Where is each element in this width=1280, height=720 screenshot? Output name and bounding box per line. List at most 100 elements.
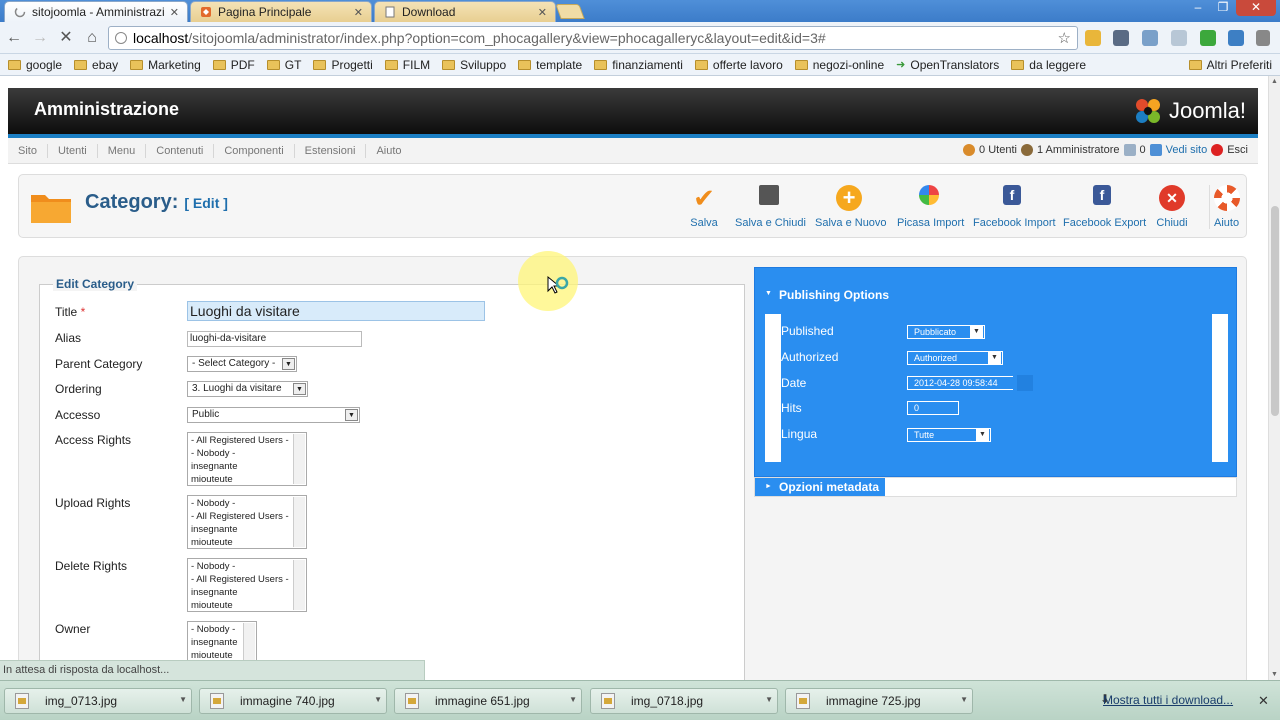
view-site-link[interactable]: Vedi sito (1166, 144, 1208, 156)
address-bar[interactable]: localhost/sitojoomla/administrator/index… (108, 26, 1078, 50)
date-input[interactable]: 2012-04-28 09:58:44 (907, 376, 1013, 390)
new-tab-button[interactable] (555, 4, 585, 19)
save-close-button[interactable]: Salva e Chiudi (735, 185, 806, 229)
close-icon[interactable]: ✕ (538, 6, 547, 19)
authorized-select[interactable]: Authorized ▼ (907, 351, 1003, 365)
menu-item-menu[interactable]: Menu (98, 143, 147, 158)
chevron-down-icon[interactable]: ▼ (765, 695, 773, 704)
list-item[interactable]: miouteute (191, 536, 303, 549)
extension-icon[interactable] (1085, 30, 1101, 46)
scroll-up-icon[interactable]: ▲ (1271, 78, 1278, 85)
bookmark-progetti[interactable]: Progetti (313, 58, 373, 72)
picasa-import-button[interactable]: Picasa Import (897, 185, 964, 229)
camera-icon[interactable] (1113, 30, 1129, 46)
chevron-down-icon[interactable]: ▼ (179, 695, 187, 704)
list-item[interactable]: - Nobody - (191, 560, 303, 573)
download-item[interactable]: img_0713.jpg ▼ (4, 688, 192, 714)
close-icon[interactable]: ✕ (354, 6, 363, 19)
bookmark-template[interactable]: template (518, 58, 582, 72)
list-scrollbar[interactable] (243, 623, 255, 664)
list-scrollbar[interactable] (293, 560, 305, 610)
scroll-down-icon[interactable]: ▼ (1271, 671, 1278, 678)
stop-icon[interactable]: ✕ (56, 28, 76, 48)
download-item[interactable]: immagine 651.jpg ▼ (394, 688, 582, 714)
list-item[interactable]: miouteute (191, 473, 303, 486)
download-item[interactable]: img_0718.jpg ▼ (590, 688, 778, 714)
parent-category-select[interactable]: - Select Category - ▼ (187, 356, 297, 372)
download-item[interactable]: immagine 725.jpg ▼ (785, 688, 973, 714)
show-all-downloads-link[interactable]: Mostra tutti i download... (1103, 693, 1233, 707)
extension-icon[interactable] (1228, 30, 1244, 46)
tab-download[interactable]: Download ✕ (374, 1, 556, 22)
menu-item-componenti[interactable]: Componenti (214, 143, 295, 158)
scrollbar-thumb[interactable] (1271, 206, 1279, 416)
minimize-icon[interactable]: – (1187, 0, 1209, 16)
list-item[interactable]: insegnante (191, 460, 303, 473)
close-icon[interactable]: ✕ (170, 6, 179, 19)
forward-arrow-icon[interactable]: → (30, 28, 50, 48)
home-icon[interactable]: ⌂ (82, 28, 102, 48)
lingua-select[interactable]: Tutte ▼ (907, 428, 991, 442)
window-close-icon[interactable]: ✕ (1236, 0, 1276, 16)
star-icon[interactable]: ☆ (1058, 29, 1071, 47)
close-icon[interactable]: ✕ (1258, 693, 1269, 709)
menu-item-contenuti[interactable]: Contenuti (146, 143, 215, 158)
chevron-down-icon[interactable]: ▼ (569, 695, 577, 704)
bookmark-negozi-online[interactable]: negozi-online (794, 58, 884, 72)
list-item[interactable]: insegnante (191, 523, 303, 536)
bookmark-marketing[interactable]: Marketing (130, 58, 201, 72)
calendar-icon[interactable] (1017, 375, 1033, 391)
download-item[interactable]: immagine 740.jpg ▼ (199, 688, 387, 714)
back-arrow-icon[interactable]: ← (4, 28, 24, 48)
list-item[interactable]: - All Registered Users - (191, 573, 303, 586)
ordering-select[interactable]: 3. Luoghi da visitare ▼ (187, 381, 308, 397)
menu-item-aiuto[interactable]: Aiuto (366, 144, 411, 158)
bookmark-gt[interactable]: GT (266, 58, 301, 72)
facebook-import-button[interactable]: f Facebook Import (973, 185, 1056, 229)
page-scrollbar[interactable]: ▲ ▼ (1268, 76, 1280, 680)
delete-rights-list[interactable]: - Nobody - - All Registered Users - inse… (187, 558, 307, 612)
chevron-down-icon[interactable]: ▼ (960, 695, 968, 704)
tab-pagina-principale[interactable]: Pagina Principale ✕ (190, 1, 372, 22)
access-select[interactable]: Public ▼ (187, 407, 360, 423)
access-rights-list[interactable]: - All Registered Users - - Nobody - inse… (187, 432, 307, 486)
metadata-options-title[interactable]: ► Opzioni metadata (755, 478, 885, 496)
list-scrollbar[interactable] (293, 434, 305, 484)
upload-rights-list[interactable]: - Nobody - - All Registered Users - inse… (187, 495, 307, 549)
bookmark-opentranslators[interactable]: ➜ OpenTranslators (896, 58, 999, 72)
list-item[interactable]: - Nobody - (191, 497, 303, 510)
bookmark-pdf[interactable]: PDF (212, 58, 255, 72)
chevron-down-icon[interactable]: ▼ (374, 695, 382, 704)
bookmark-film[interactable]: FILM (384, 58, 430, 72)
save-button[interactable]: ✔ Salva (689, 185, 719, 229)
bookmark-finanziamenti[interactable]: finanziamenti (594, 58, 683, 72)
bookmark-ebay[interactable]: ebay (74, 58, 118, 72)
bookmark-da-leggere[interactable]: da leggere (1011, 58, 1086, 72)
published-select[interactable]: Pubblicato ▼ (907, 325, 985, 339)
help-button[interactable]: Aiuto (1209, 185, 1240, 229)
list-scrollbar[interactable] (293, 497, 305, 547)
menu-item-utenti[interactable]: Utenti (48, 143, 98, 158)
user-icon[interactable] (1142, 30, 1158, 46)
list-item[interactable]: miouteute (191, 599, 303, 612)
logout-link[interactable]: Esci (1227, 144, 1248, 156)
list-item[interactable]: - All Registered Users - (191, 434, 303, 447)
save-new-button[interactable]: + Salva e Nuovo (815, 185, 887, 229)
bookmark-google[interactable]: google (8, 58, 62, 72)
title-input[interactable]: Luoghi da visitare (187, 301, 485, 321)
list-item[interactable]: insegnante (191, 586, 303, 599)
maximize-icon[interactable]: ❐ (1212, 0, 1234, 16)
tab-sitojoomla[interactable]: sitojoomla - Amministrazio ✕ (4, 1, 188, 22)
alias-input[interactable]: luoghi-da-visitare (187, 331, 362, 347)
bookmark-offerte-lavoro[interactable]: offerte lavoro (694, 58, 783, 72)
hits-input[interactable]: 0 (907, 401, 959, 415)
extension-icon[interactable] (1171, 30, 1187, 46)
bookmark-other[interactable]: Altri Preferiti (1188, 58, 1272, 72)
close-button[interactable]: ✕ Chiudi (1155, 185, 1189, 229)
wrench-icon[interactable] (1256, 30, 1270, 46)
bookmark-sviluppo[interactable]: Sviluppo (442, 58, 506, 72)
list-item[interactable]: - Nobody - (191, 447, 303, 460)
menu-item-sito[interactable]: Sito (8, 143, 48, 158)
signal-icon[interactable] (1200, 30, 1216, 46)
facebook-export-button[interactable]: f Facebook Export (1063, 185, 1146, 229)
